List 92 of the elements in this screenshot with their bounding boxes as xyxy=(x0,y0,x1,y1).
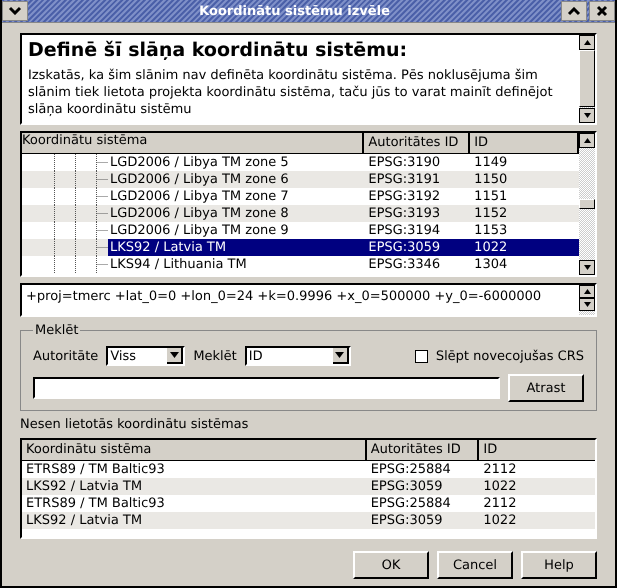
column-header[interactable]: Autoritātes ID xyxy=(364,133,470,153)
description-text: Izskatās, ka šim slānim nav definēta koordinātu sistēma. Pēs noklusējuma šim slānim tiek lietota projekta koordinātu sistēma, taču jūs to varat mainīt definējot slāņa koordinātu sistēmu xyxy=(28,67,554,118)
tree-guide-lines xyxy=(54,188,108,205)
table-row[interactable]: LKS92 / Latvia TM EPSG:3059 1022 xyxy=(22,512,595,529)
search-by-dropdown[interactable]: ID xyxy=(244,346,351,366)
scrollbar[interactable] xyxy=(579,35,595,123)
dialog-button[interactable]: OK xyxy=(353,551,429,579)
tree-guide-lines xyxy=(54,239,108,256)
table-row[interactable]: ETRS89 / TM Baltic93 EPSG:25884 2112 xyxy=(22,461,595,478)
authority-id: EPSG:3194 xyxy=(368,223,440,238)
chevron-up-icon xyxy=(567,6,581,16)
crs-id: 1153 xyxy=(474,223,508,238)
crs-name: LKS94 / Lithuania TM xyxy=(109,256,248,273)
authority-id: EPSG:3191 xyxy=(368,172,440,187)
tree-row[interactable]: LGD2006 / Libya TM zone 9 EPSG:3194 1153 xyxy=(22,222,579,239)
crs-id: 1022 xyxy=(483,479,516,494)
crs-name: LGD2006 / Libya TM zone 9 xyxy=(109,222,290,239)
scroll-up-icon xyxy=(584,138,590,143)
search-input[interactable] xyxy=(33,377,500,399)
crs-id: 2112 xyxy=(483,496,516,511)
crs-id: 1304 xyxy=(474,257,508,272)
close-button[interactable] xyxy=(589,1,615,21)
tree-guide-lines xyxy=(54,222,108,239)
maximize-button[interactable] xyxy=(561,1,587,21)
dialog-button[interactable]: Help xyxy=(521,551,597,579)
scroll-down-icon xyxy=(584,302,590,307)
scroll-thumb[interactable] xyxy=(579,50,595,107)
authority-id: EPSG:3059 xyxy=(370,479,443,494)
crs-id: 1022 xyxy=(483,513,516,528)
column-header[interactable]: Koordinātu sistēma xyxy=(22,133,364,153)
crs-name: ETRS89 / TM Baltic93 xyxy=(26,496,165,511)
authority-id: EPSG:3193 xyxy=(368,206,440,221)
scroll-up-icon xyxy=(584,40,590,45)
crs-name: LGD2006 / Libya TM zone 8 xyxy=(109,205,290,222)
crs-name: LKS92 / Latvia TM xyxy=(26,479,142,494)
window-title: Koordinātu sistēmu izvēle xyxy=(198,4,391,18)
crs-name: LGD2006 / Libya TM zone 6 xyxy=(109,171,290,188)
checkbox[interactable] xyxy=(414,350,428,362)
section-title: Nesen lietotās koordinātu sistēmas xyxy=(20,417,250,432)
tree-row[interactable]: LKS94 / Lithuania TM EPSG:3346 1304 xyxy=(22,256,579,273)
crs-id: 1022 xyxy=(474,240,508,255)
window-menu-button[interactable] xyxy=(2,1,28,21)
crs-id: 1150 xyxy=(474,172,508,187)
proj-string: +proj=tmerc +lat_0=0 +lon_0=24 +k=0.9996 +x_0=500000 +y_0=-6000000 xyxy=(25,288,542,306)
column-header[interactable]: Autoritātes ID xyxy=(366,440,480,460)
crs-name: LKS92 / Latvia TM xyxy=(108,239,364,256)
authority-id: EPSG:3190 xyxy=(368,155,440,170)
authority-id: EPSG:3059 xyxy=(370,513,443,528)
crs-id: 2112 xyxy=(483,462,516,477)
tree-row[interactable]: LGD2006 / Libya TM zone 7 EPSG:3192 1151 xyxy=(22,188,579,205)
tree-guide-lines xyxy=(54,171,108,188)
close-icon xyxy=(596,5,608,17)
tree-row[interactable]: LKS92 / Latvia TM EPSG:3059 1022 xyxy=(22,239,579,256)
group-title: Meklēt xyxy=(34,323,80,338)
chevron-down-icon xyxy=(8,6,22,16)
dropdown-arrow-icon xyxy=(170,352,179,358)
crs-name: LGD2006 / Libya TM zone 5 xyxy=(109,154,290,171)
column-header[interactable]: ID xyxy=(479,440,596,460)
crs-name: LKS92 / Latvia TM xyxy=(26,513,142,528)
crs-name: ETRS89 / TM Baltic93 xyxy=(26,462,165,477)
field-label: Meklēt xyxy=(193,348,237,364)
tree-row[interactable]: LGD2006 / Libya TM zone 5 EPSG:3190 1149 xyxy=(22,154,579,171)
tree-guide-lines xyxy=(54,205,108,222)
authority-id: EPSG:3059 xyxy=(368,240,440,255)
crs-id: 1151 xyxy=(474,189,508,204)
tree-guide-lines xyxy=(54,154,108,171)
tree-guide-lines xyxy=(54,256,108,273)
tree-row[interactable]: LGD2006 / Libya TM zone 8 EPSG:3193 1152 xyxy=(22,205,579,222)
authority-dropdown[interactable]: Viss xyxy=(106,346,186,366)
authority-id: EPSG:25884 xyxy=(370,496,451,511)
crs-name: LGD2006 / Libya TM zone 7 xyxy=(109,188,290,205)
column-header[interactable]: Koordinātu sistēma xyxy=(22,440,367,460)
checkbox-label: Slēpt novecojušas CRS xyxy=(436,348,584,364)
crs-id: 1152 xyxy=(474,206,508,221)
table-row[interactable]: ETRS89 / TM Baltic93 EPSG:25884 2112 xyxy=(22,495,595,512)
find-button[interactable]: Atrast xyxy=(508,374,584,402)
authority-id: EPSG:3346 xyxy=(368,257,440,272)
table-row[interactable]: LKS92 / Latvia TM EPSG:3059 1022 xyxy=(22,478,595,495)
authority-id: EPSG:25884 xyxy=(370,462,451,477)
scrollbar[interactable] xyxy=(579,285,595,315)
dialog-button[interactable]: Cancel xyxy=(437,551,513,579)
scroll-up-icon xyxy=(584,289,590,294)
dropdown-arrow-icon xyxy=(335,352,344,358)
scroll-down-icon xyxy=(584,113,590,118)
field-label: Autoritāte xyxy=(33,348,98,364)
description-heading: Definē šī slāņa koordinātu sistēmu: xyxy=(28,39,408,61)
scroll-thumb[interactable] xyxy=(579,199,595,209)
scrollbar[interactable] xyxy=(579,133,595,275)
tree-row[interactable]: LGD2006 / Libya TM zone 6 EPSG:3191 1150 xyxy=(22,171,579,188)
authority-id: EPSG:3192 xyxy=(368,189,440,204)
crs-id: 1149 xyxy=(474,155,508,170)
scroll-down-icon xyxy=(584,265,590,270)
